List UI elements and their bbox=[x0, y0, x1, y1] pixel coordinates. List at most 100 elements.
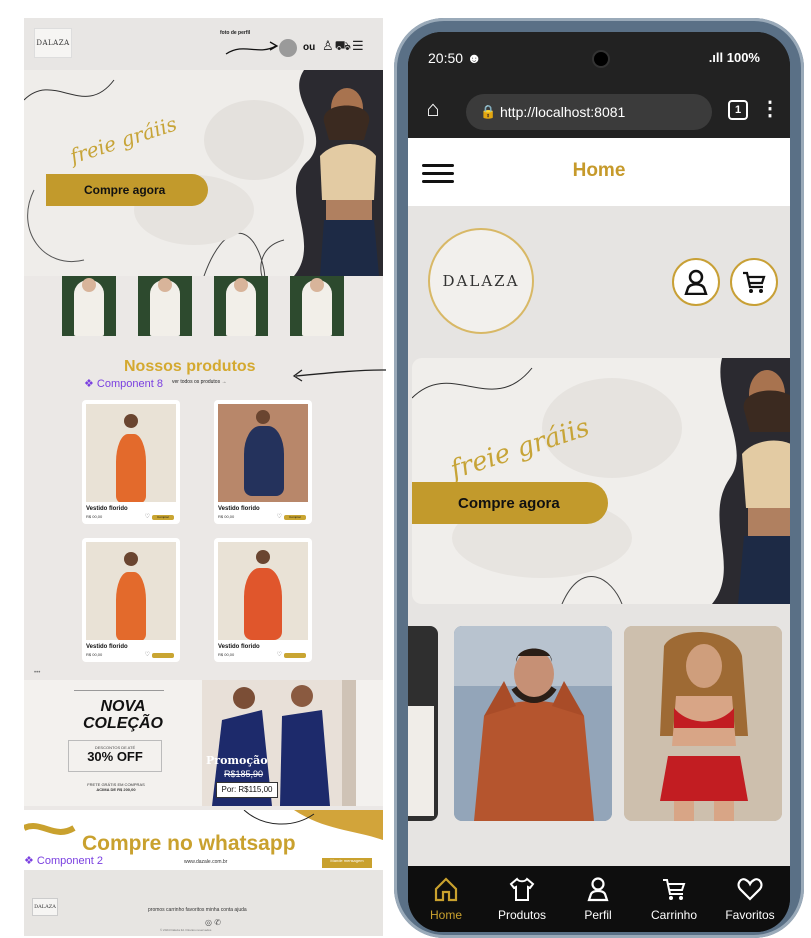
buy-button[interactable]: Comprar bbox=[284, 515, 306, 520]
design-footer: DALAZA promos carrinho favoritos minha c… bbox=[24, 870, 383, 936]
page-title: Home bbox=[572, 160, 626, 181]
site-url[interactable]: www.dazale.com.br bbox=[184, 859, 227, 865]
status-bar: 20:50 ☻ .ıll 100% bbox=[408, 32, 790, 86]
cart-button[interactable] bbox=[730, 258, 778, 306]
design-logo[interactable]: DALAZA bbox=[34, 28, 72, 58]
product-name: Vestido florido bbox=[218, 644, 260, 650]
view-all-link[interactable]: ver todos os produtos → bbox=[172, 379, 226, 385]
product-name: Vestido florido bbox=[86, 506, 128, 512]
header-icon-group: ♙⛟☰ bbox=[322, 38, 365, 56]
profile-button[interactable] bbox=[672, 258, 720, 306]
user-icon bbox=[684, 269, 708, 295]
menu-icon[interactable]: ☰ bbox=[352, 38, 365, 53]
thumbnail[interactable] bbox=[62, 276, 116, 336]
nav-favoritos[interactable]: Favoritos bbox=[712, 866, 788, 932]
heart-icon[interactable]: ♡ bbox=[145, 513, 150, 520]
send-message-button[interactable]: Mande mensagem bbox=[322, 858, 372, 868]
nav-carrinho[interactable]: Carrinho bbox=[636, 866, 712, 932]
product-name: Vestido florido bbox=[218, 506, 260, 512]
brand-logo[interactable]: DALAZA bbox=[428, 228, 534, 334]
cart-icon[interactable]: ⛟ bbox=[335, 38, 352, 53]
shirt-icon bbox=[509, 877, 535, 901]
camera-icon bbox=[592, 50, 610, 68]
collection-title: NOVA COLEÇÃO bbox=[83, 698, 163, 732]
status-battery: .ıll 100% bbox=[708, 50, 760, 65]
thumbnail[interactable] bbox=[138, 276, 192, 336]
nav-perfil[interactable]: Perfil bbox=[560, 866, 636, 932]
annotation-arrow-icon bbox=[292, 369, 387, 382]
home-icon bbox=[434, 877, 458, 902]
new-collection-banner: NOVA COLEÇÃO DESCONTOS DE ATÉ 30% OFF FR… bbox=[24, 680, 383, 806]
browser-home-icon[interactable]: ⌂ bbox=[420, 96, 446, 122]
address-bar[interactable]: 🔒 http://localhost:8081 bbox=[466, 94, 712, 130]
product-name: Vestido florido bbox=[86, 644, 128, 650]
carousel-image[interactable] bbox=[454, 626, 612, 821]
social-icons[interactable]: ◎ ✆ bbox=[205, 918, 221, 927]
carousel-dots[interactable]: ••• bbox=[34, 670, 40, 676]
hero-cta-button[interactable]: Compre agora bbox=[412, 482, 608, 524]
cart-icon bbox=[743, 271, 766, 293]
annotation-profile-photo: foto de perfil bbox=[220, 30, 251, 36]
thumbnail-strip bbox=[62, 276, 352, 336]
status-time: 20:50 ☻ bbox=[428, 50, 482, 66]
bottom-navigation: Home Produtos Perfil Carrinho Favoritos bbox=[408, 866, 790, 932]
hero-decoration bbox=[24, 70, 383, 276]
component-label: ❖ Component 2 bbox=[24, 855, 103, 867]
hero-cta-button[interactable]: Compre agora bbox=[46, 174, 208, 206]
url-text: http://localhost:8081 bbox=[500, 104, 626, 120]
shipping-text: FRETE GRÁTIS EM COMPRAS ACIMA DE R$ 200,… bbox=[87, 782, 145, 792]
design-header: DALAZA foto de perfil ou ♙⛟☰ bbox=[24, 18, 383, 70]
discount-box: DESCONTOS DE ATÉ 30% OFF bbox=[68, 740, 162, 772]
browser-menu-icon[interactable]: ⋮ bbox=[760, 96, 780, 121]
heart-icon[interactable]: ♡ bbox=[145, 651, 150, 658]
thumbnail[interactable] bbox=[214, 276, 268, 336]
product-card[interactable]: Vestido florido R$ 00,00 ♡ Comprar bbox=[214, 400, 312, 524]
whatsapp-banner: Compre no whatsapp ❖ Component 2 www.daz… bbox=[24, 810, 383, 870]
app-content: DALAZA freie gráiis Compre agora bbox=[408, 206, 790, 866]
component-label: ❖ Component 8 bbox=[84, 378, 163, 390]
promo-old-price: R$185,90 bbox=[224, 769, 264, 779]
hero-banner: freie gráiis Compre agora bbox=[412, 358, 790, 604]
product-price: R$ 00,00 bbox=[86, 652, 103, 657]
design-hero-banner: freie gráiis Compre agora bbox=[24, 70, 383, 276]
product-price: R$ 00,00 bbox=[86, 514, 103, 519]
nav-home[interactable]: Home bbox=[408, 866, 484, 932]
buy-button[interactable] bbox=[284, 653, 306, 658]
footer-logo[interactable]: DALAZA bbox=[32, 898, 58, 916]
heart-icon[interactable]: ♡ bbox=[277, 651, 282, 658]
heart-icon bbox=[737, 878, 763, 901]
buy-button[interactable]: Comprar bbox=[152, 515, 174, 520]
product-image bbox=[86, 542, 176, 640]
carousel-image[interactable] bbox=[624, 626, 782, 821]
user-icon bbox=[587, 877, 609, 902]
nav-produtos[interactable]: Produtos bbox=[484, 866, 560, 932]
heart-icon[interactable]: ♡ bbox=[277, 513, 282, 520]
carousel-image[interactable] bbox=[408, 626, 438, 821]
product-card[interactable]: Vestido florido R$ 00,00 ♡ bbox=[214, 538, 312, 662]
products-section-title: Nossos produtos bbox=[124, 358, 256, 375]
product-card[interactable]: Vestido florido R$ 00,00 ♡ Comprar bbox=[82, 400, 180, 524]
thumbnail[interactable] bbox=[290, 276, 344, 336]
product-image bbox=[86, 404, 176, 502]
promo-new-price[interactable]: Por: R$115,00 bbox=[216, 782, 278, 798]
lock-icon: 🔒 bbox=[480, 104, 497, 119]
section-title-peek bbox=[448, 852, 748, 866]
product-image bbox=[218, 404, 308, 502]
design-mockup: DALAZA foto de perfil ou ♙⛟☰ freie gráii… bbox=[24, 18, 383, 936]
product-card[interactable]: Vestido florido R$ 00,00 ♡ bbox=[82, 538, 180, 662]
avatar[interactable] bbox=[279, 39, 297, 57]
whatsapp-title: Compre no whatsapp bbox=[82, 832, 296, 855]
footer-links[interactable]: promos carrinho favoritos minha conta aj… bbox=[148, 907, 247, 913]
promo-image: Promoção R$185,90 Por: R$115,00 bbox=[202, 680, 356, 806]
screenshot-stage: DALAZA foto de perfil ou ♙⛟☰ freie gráii… bbox=[0, 0, 811, 938]
user-icon[interactable]: ♙ bbox=[322, 38, 335, 53]
tabs-count-button[interactable]: 1 bbox=[728, 100, 748, 120]
promo-title: Promoção bbox=[206, 754, 268, 767]
copyright: © 2024 Dalaza ltd. Direitos reservados bbox=[160, 928, 212, 932]
annotation-arrow-icon bbox=[225, 41, 279, 55]
buy-button[interactable] bbox=[152, 653, 174, 658]
product-carousel bbox=[408, 626, 790, 821]
product-price: R$ 00,00 bbox=[218, 514, 235, 519]
browser-toolbar: ⌂ 🔒 http://localhost:8081 1 ⋮ bbox=[408, 86, 790, 138]
cart-icon bbox=[663, 879, 686, 900]
